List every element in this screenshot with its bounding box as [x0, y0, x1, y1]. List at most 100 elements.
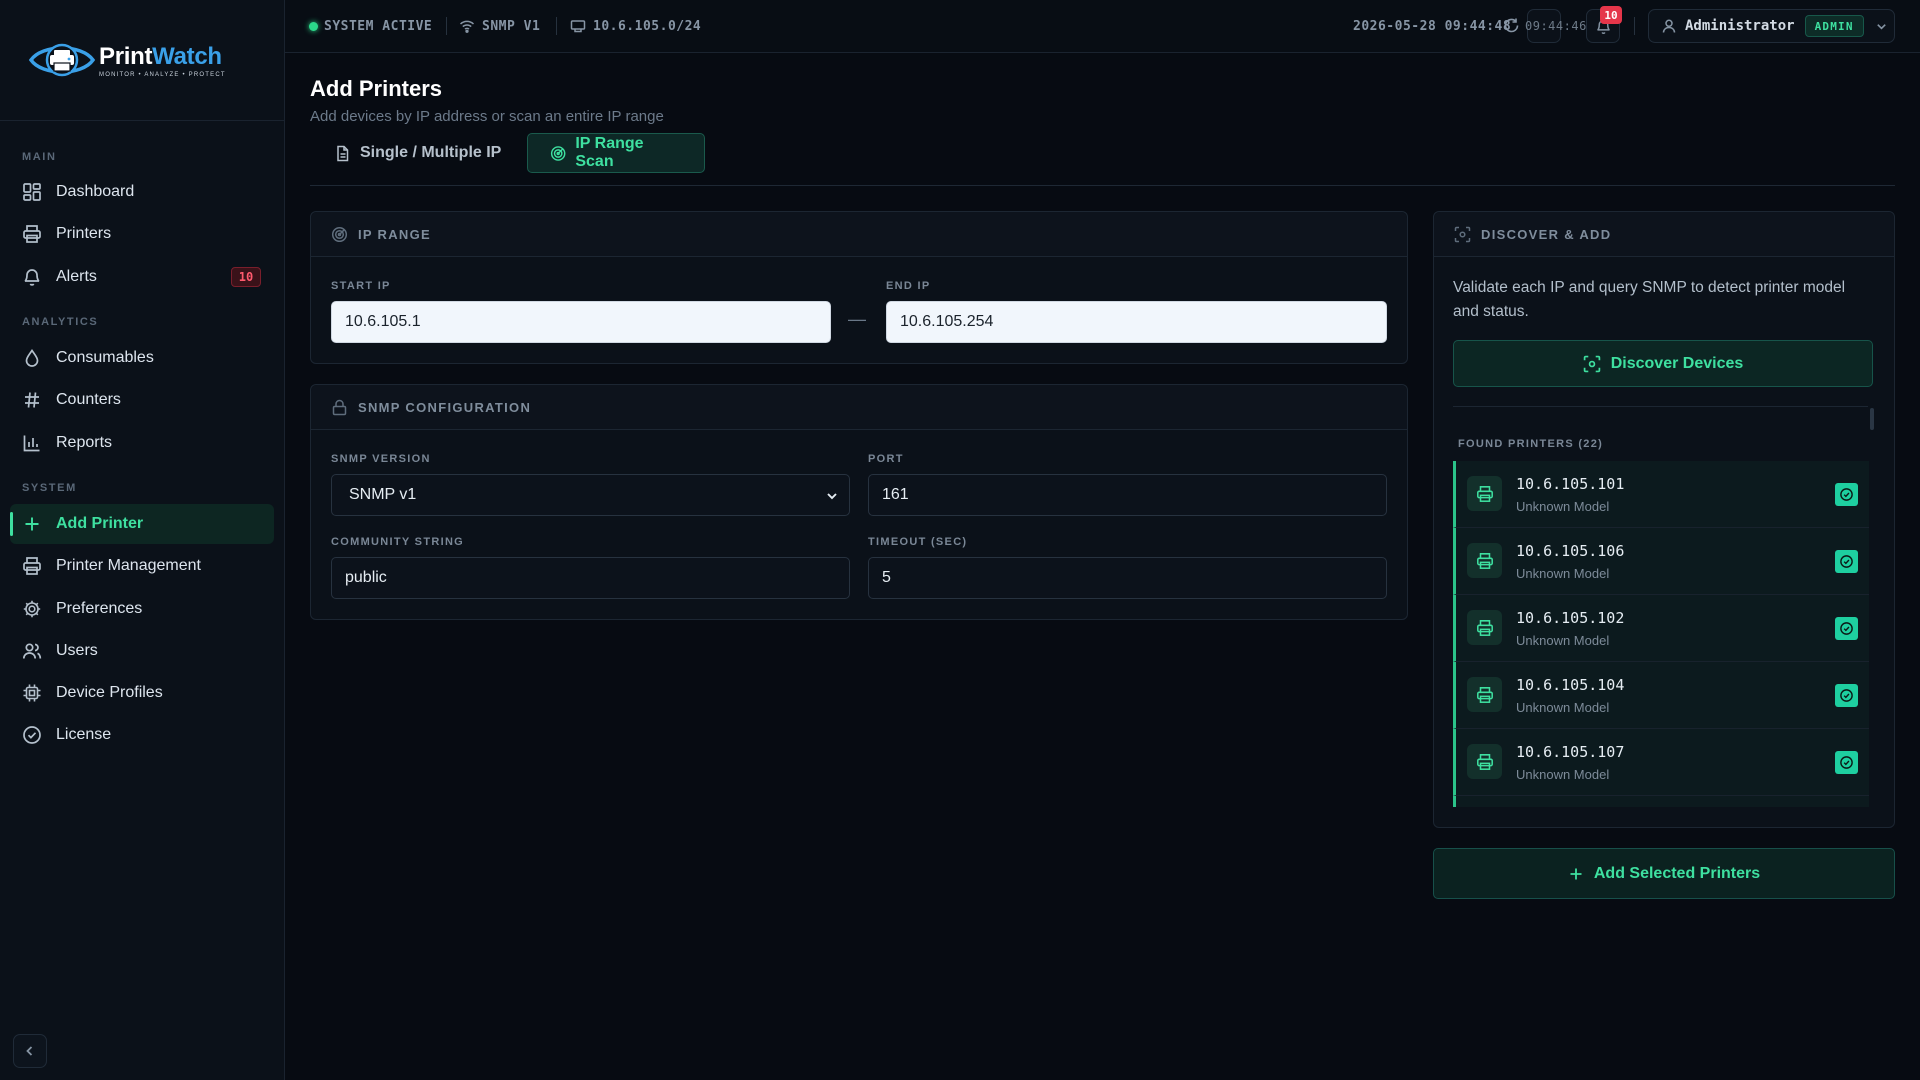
user-icon: [1662, 19, 1676, 33]
select-checkbox[interactable]: [1835, 483, 1858, 506]
topbar-divider: [446, 17, 447, 35]
sidebar-item-label: Consumables: [56, 349, 154, 366]
select-checkbox[interactable]: [1835, 751, 1858, 774]
sidebar-item-label: Counters: [56, 391, 121, 408]
tab-ip-range-scan[interactable]: IP Range Scan: [527, 133, 705, 173]
check-circle-icon: [1840, 488, 1853, 501]
tab-label: Single / Multiple IP: [360, 144, 502, 161]
sidebar: PrintWatch MONITOR • ANALYZE • PROTECT M…: [0, 0, 285, 1080]
sidebar-item-alerts[interactable]: Alerts 10: [10, 257, 274, 297]
printer-icon: [23, 225, 41, 243]
sidebar-item-consumables[interactable]: Consumables: [10, 338, 274, 378]
check-circle-icon: [1840, 555, 1853, 568]
check-circle-icon: [23, 726, 41, 744]
user-role-badge: ADMIN: [1804, 15, 1864, 37]
sidebar-item-label: Alerts: [56, 268, 97, 285]
select-checkbox[interactable]: [1835, 684, 1858, 707]
bell-icon: [24, 269, 40, 286]
user-menu[interactable]: Administrator ADMIN: [1648, 9, 1895, 43]
sidebar-item-dashboard[interactable]: Dashboard: [10, 172, 274, 212]
sidebar-item-label: Printers: [56, 225, 112, 242]
snmp-status: SNMP V1: [459, 0, 540, 52]
found-list-scrollbar[interactable]: [1870, 408, 1874, 430]
sidebar-item-printers[interactable]: Printers: [10, 214, 274, 254]
timeout-input[interactable]: 5: [868, 557, 1387, 599]
logo[interactable]: PrintWatch MONITOR • ANALYZE • PROTECT: [0, 0, 284, 121]
end-ip-input[interactable]: 10.6.105.254: [886, 301, 1387, 343]
chevron-down-icon: [827, 493, 837, 500]
list-item[interactable]: 10.6.105.107 Unknown Model: [1453, 729, 1869, 796]
select-checkbox[interactable]: [1835, 550, 1858, 573]
chip-icon: [23, 684, 41, 702]
alerts-count-badge: 10: [231, 267, 261, 287]
tabs-divider: [310, 185, 1895, 186]
sidebar-item-device-profiles[interactable]: Device Profiles: [10, 673, 274, 713]
sidebar-item-add-printer[interactable]: Add Printer: [10, 504, 274, 544]
start-ip-input[interactable]: 10.6.105.1: [331, 301, 831, 343]
network-status: 10.6.105.0/24: [570, 0, 701, 52]
end-ip-label: END IP: [886, 280, 931, 292]
list-item[interactable]: 10.6.105.101 Unknown Model: [1453, 461, 1869, 528]
snmp-version-label: SNMP V1: [482, 18, 541, 34]
select-checkbox[interactable]: [1835, 617, 1858, 640]
page-subtitle: Add devices by IP address or scan an ent…: [310, 108, 664, 125]
printer-ip: 10.6.105.106: [1516, 542, 1625, 560]
dashboard-icon: [23, 183, 41, 201]
printer-model: Unknown Model: [1516, 633, 1610, 648]
topbar-divider: [1634, 17, 1635, 35]
community-string-input[interactable]: public: [331, 557, 850, 599]
printer-model: Unknown Model: [1516, 499, 1610, 514]
discover-header: DISCOVER & ADD: [1434, 212, 1894, 257]
printer-model: Unknown Model: [1516, 566, 1610, 581]
printer-icon: [1467, 744, 1502, 779]
sidebar-item-users[interactable]: Users: [10, 631, 274, 671]
found-printers-title: FOUND PRINTERS (22): [1458, 438, 1604, 450]
nav-section-system: SYSTEM: [22, 482, 77, 494]
discover-devices-button[interactable]: Discover Devices: [1453, 340, 1873, 387]
sidebar-item-license[interactable]: License: [10, 715, 274, 755]
status-dot-icon: [309, 21, 318, 31]
current-datetime: 2026-05-28 09:44:48: [1353, 18, 1512, 34]
scan-icon: [1454, 226, 1471, 242]
plus-icon: [1570, 868, 1582, 879]
found-printers-list: 10.6.105.101 Unknown Model 10.6.105.106 …: [1453, 461, 1869, 807]
sidebar-item-reports[interactable]: Reports: [10, 423, 274, 463]
panel-title: SNMP CONFIGURATION: [358, 399, 532, 415]
printer-icon: [1467, 476, 1502, 511]
tab-single-multiple-ip[interactable]: Single / Multiple IP: [312, 133, 523, 173]
discover-description: Validate each IP and query SNMP to detec…: [1453, 279, 1846, 320]
add-selected-printers-button[interactable]: Add Selected Printers: [1433, 848, 1895, 899]
sidebar-item-label: Printer Management: [56, 557, 201, 574]
network-range-label: 10.6.105.0/24: [593, 18, 702, 34]
sidebar-item-label: Device Profiles: [56, 684, 163, 701]
page-title: Add Printers: [310, 76, 443, 101]
list-item[interactable]: 10.6.105.104 Unknown Model: [1453, 662, 1869, 729]
snmp-version-label: SNMP VERSION: [331, 453, 431, 465]
start-ip-label: START IP: [331, 280, 391, 292]
printer-ip: 10.6.105.102: [1516, 609, 1625, 627]
discover-devices-label: Discover Devices: [1610, 354, 1744, 372]
list-item-partial[interactable]: [1453, 796, 1869, 807]
list-item[interactable]: 10.6.105.102 Unknown Model: [1453, 595, 1869, 662]
sidebar-item-printer-management[interactable]: Printer Management: [10, 546, 274, 586]
sidebar-item-label: Add Printer: [56, 515, 144, 532]
ip-range-header: IP RANGE: [311, 212, 1407, 257]
sidebar-item-counters[interactable]: Counters: [10, 380, 274, 420]
plus-icon: [25, 517, 39, 531]
document-icon: [337, 145, 349, 161]
collapse-sidebar-button[interactable]: [13, 1034, 47, 1068]
snmp-version-select[interactable]: SNMP v1: [331, 474, 850, 516]
list-item[interactable]: 10.6.105.106 Unknown Model: [1453, 528, 1869, 595]
gear-icon: [23, 600, 41, 618]
user-name: Administrator: [1685, 18, 1795, 34]
refresh-icon[interactable]: [1503, 17, 1520, 34]
printer-ip: 10.6.105.101: [1516, 475, 1625, 493]
users-icon: [22, 643, 42, 659]
printer-icon: [1467, 677, 1502, 712]
panel-title: DISCOVER & ADD: [1481, 226, 1612, 242]
check-circle-icon: [1840, 756, 1853, 769]
port-input[interactable]: 161: [868, 474, 1387, 516]
panel-title: IP RANGE: [358, 226, 432, 242]
sidebar-item-preferences[interactable]: Preferences: [10, 589, 274, 629]
sidebar-item-label: Dashboard: [56, 183, 135, 200]
